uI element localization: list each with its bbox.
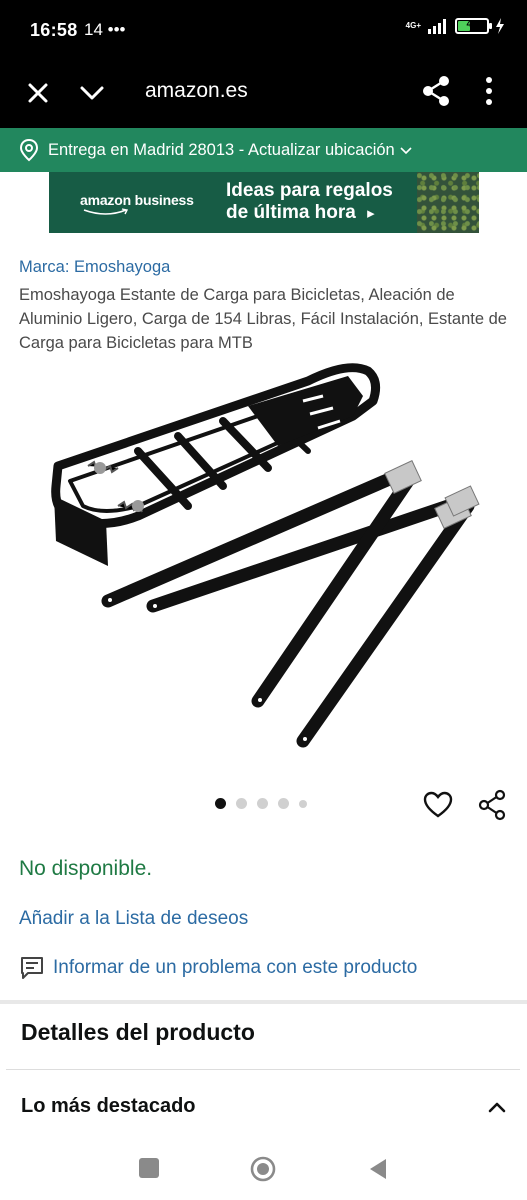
- heart-icon[interactable]: [423, 790, 453, 820]
- highlights-section-header[interactable]: Lo más destacado: [21, 1095, 196, 1118]
- banner-promo-line2-row: de última hora ▸: [226, 202, 393, 225]
- carousel-dot[interactable]: [299, 799, 307, 808]
- availability-status: No disponible.: [19, 857, 153, 880]
- battery-level: 41: [466, 19, 478, 30]
- report-problem-link[interactable]: Informar de un problema con este product…: [19, 955, 417, 981]
- status-bar: 16:58 14 ••• 4G+ 41: [0, 0, 527, 62]
- share-icon[interactable]: [477, 789, 507, 821]
- divider: [6, 1069, 520, 1070]
- url-text[interactable]: amazon.es: [145, 79, 248, 103]
- status-time: 16:58: [30, 20, 78, 40]
- charging-icon: [496, 18, 504, 34]
- carousel-dot[interactable]: [257, 798, 268, 809]
- signal-icon: [428, 19, 446, 34]
- product-title: Emoshayoga Estante de Carga para Bicicle…: [19, 286, 507, 352]
- product-image[interactable]: [48, 356, 488, 751]
- feedback-icon: [21, 957, 43, 979]
- promo-banner[interactable]: amazon business Ideas para regalos de úl…: [49, 172, 479, 233]
- banner-decoration: [417, 172, 479, 233]
- back-button[interactable]: [367, 1157, 389, 1181]
- carousel-dot[interactable]: [215, 798, 226, 809]
- home-button[interactable]: [250, 1156, 276, 1182]
- battery-icon: 41: [455, 18, 492, 34]
- browser-toolbar: amazon.es: [0, 62, 527, 128]
- network-label: 4G+: [405, 21, 421, 30]
- close-icon[interactable]: [22, 77, 54, 109]
- carousel-dot[interactable]: [236, 798, 247, 809]
- status-notifications: 14 •••: [84, 20, 126, 39]
- system-navigation-bar: [0, 1138, 527, 1200]
- product-details-heading: Detalles del producto: [21, 1019, 255, 1045]
- carousel-dot[interactable]: [278, 798, 289, 809]
- brand-link[interactable]: Marca: Emoshayoga: [19, 258, 170, 277]
- recents-button[interactable]: [139, 1158, 159, 1178]
- image-carousel-dots: [215, 798, 307, 809]
- section-separator: [0, 1000, 527, 1004]
- chevron-down-icon: [400, 147, 412, 155]
- chevron-down-icon[interactable]: [76, 77, 108, 109]
- banner-promo-line1: Ideas para regalos: [226, 180, 393, 201]
- banner-brand: amazon business: [80, 192, 194, 208]
- more-vertical-icon[interactable]: [476, 74, 502, 108]
- delivery-location-bar[interactable]: Entrega en Madrid 28013 - Actualizar ubi…: [0, 128, 527, 172]
- banner-promo-line2: de última hora: [226, 202, 356, 223]
- share-icon[interactable]: [420, 74, 452, 108]
- play-arrow-icon: ▸: [367, 205, 375, 222]
- amazon-smile-logo: [83, 208, 129, 215]
- status-right: 4G+ 41: [406, 18, 505, 34]
- add-to-wishlist-link[interactable]: Añadir a la Lista de deseos: [19, 908, 248, 930]
- chevron-up-icon[interactable]: [484, 1094, 510, 1120]
- banner-promo-text: Ideas para regalos de última hora ▸: [226, 180, 393, 225]
- location-pin-icon: [19, 138, 39, 162]
- report-problem-label: Informar de un problema con este product…: [53, 957, 418, 978]
- delivery-text: Entrega en Madrid 28013 - Actualizar ubi…: [48, 140, 395, 159]
